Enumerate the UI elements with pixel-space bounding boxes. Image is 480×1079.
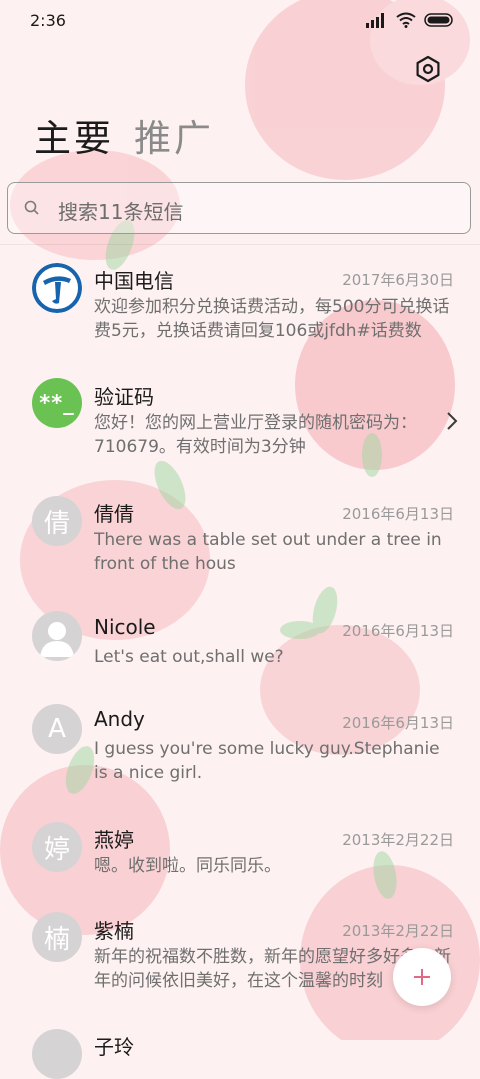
contact-name: 验证码 bbox=[94, 385, 154, 409]
new-message-button[interactable] bbox=[393, 948, 451, 1006]
search-placeholder: 搜索11条短信 bbox=[58, 200, 184, 224]
person-icon bbox=[40, 622, 74, 657]
contact-avatar: A bbox=[32, 704, 82, 754]
contact-name: 燕婷 bbox=[94, 828, 134, 852]
contact-name: 中国电信 bbox=[94, 269, 174, 293]
clock: 2:36 bbox=[30, 11, 66, 30]
message-preview: 嗯。收到啦。同乐同乐。 bbox=[94, 856, 281, 876]
conversation-ziling[interactable]: 子玲 bbox=[0, 1025, 480, 1079]
message-preview: There was a table set out under a tree i… bbox=[94, 530, 442, 574]
message-date: 2016年6月13日 bbox=[342, 622, 454, 640]
message-date: 2013年2月22日 bbox=[342, 831, 454, 849]
status-icons bbox=[366, 12, 454, 28]
message-preview: 您好！您的网上营业厅登录的随机密码为：710679。有效时间为3分钟 bbox=[94, 413, 417, 457]
settings-button[interactable] bbox=[412, 53, 444, 85]
conversation-china-telecom[interactable]: 中国电信 2017年6月30日 欢迎参加积分兑换话费活动，每500分可兑换话费5… bbox=[0, 245, 480, 363]
message-date: 2016年6月13日 bbox=[342, 505, 454, 523]
contact-avatar: 婷 bbox=[32, 822, 82, 872]
conversation-andy[interactable]: A Andy 2016年6月13日 I guess you're some lu… bbox=[0, 694, 480, 812]
conversation-qianqian[interactable]: 倩 倩倩 2016年6月13日 There was a table set ou… bbox=[0, 481, 480, 599]
contact-avatar: 倩 bbox=[32, 496, 82, 546]
wifi-icon bbox=[396, 12, 416, 28]
chevron-right-icon bbox=[447, 412, 458, 430]
contact-name: 子玲 bbox=[94, 1035, 134, 1059]
signal-icon bbox=[366, 13, 384, 28]
battery-icon bbox=[424, 13, 453, 27]
message-preview: 欢迎参加积分兑换话费活动，每500分可兑换话费5元，兑换话费请回复106或jfd… bbox=[94, 297, 450, 341]
tab-main[interactable]: 主要 bbox=[34, 108, 114, 162]
conversation-verification-code[interactable]: **_ 验证码 您好！您的网上营业厅登录的随机密码为：710679。有效时间为3… bbox=[0, 363, 480, 481]
message-preview: I guess you're some lucky guy.Stephanie … bbox=[94, 739, 440, 783]
message-date: 2013年2月22日 bbox=[342, 922, 454, 940]
settings-hexagon-icon bbox=[416, 55, 440, 83]
message-date: 2016年6月13日 bbox=[342, 714, 454, 732]
contact-name: 倩倩 bbox=[94, 502, 134, 526]
contact-avatar bbox=[32, 611, 82, 661]
message-preview: Let's eat out,shall we? bbox=[94, 647, 284, 667]
verification-code-avatar: **_ bbox=[32, 378, 82, 428]
contact-avatar: 楠 bbox=[32, 912, 82, 962]
status-bar: 2:36 bbox=[0, 0, 480, 42]
tab-bar: 主要 推广 bbox=[34, 108, 214, 162]
conversation-yanting[interactable]: 婷 燕婷 2013年2月22日 嗯。收到啦。同乐同乐。 bbox=[0, 812, 480, 907]
china-telecom-logo bbox=[32, 263, 82, 313]
contact-name: Andy bbox=[94, 707, 145, 731]
plus-icon bbox=[414, 969, 430, 985]
tab-promotions[interactable]: 推广 bbox=[134, 108, 214, 162]
contact-name: Nicole bbox=[94, 615, 156, 639]
contact-name: 紫楠 bbox=[94, 919, 134, 943]
contact-avatar bbox=[32, 1029, 82, 1079]
search-icon bbox=[24, 200, 39, 215]
message-date: 2017年6月30日 bbox=[342, 271, 454, 289]
conversation-nicole[interactable]: Nicole 2016年6月13日 Let's eat out,shall we… bbox=[0, 599, 480, 694]
search-input[interactable]: 搜索11条短信 bbox=[7, 182, 471, 234]
